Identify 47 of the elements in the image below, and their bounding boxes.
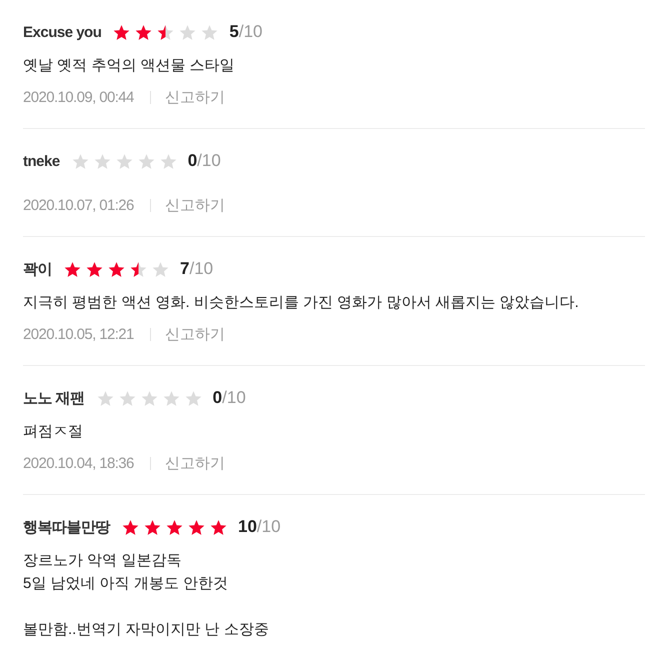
reviewer-name: 꽉이 (23, 260, 52, 278)
star-icon (140, 390, 158, 406)
star-icon (118, 390, 136, 406)
star-icon (130, 260, 147, 278)
star-icon (179, 24, 196, 40)
star-icon (108, 260, 125, 278)
review-date: 2020.10.07, 01:26 (23, 196, 134, 214)
reviewer-name: 행복따블만땅 (23, 518, 110, 536)
star-icon (160, 152, 177, 170)
rating-score: 7/10 (180, 259, 214, 279)
report-link[interactable]: 신고하기 (164, 196, 225, 214)
report-link[interactable]: 신고하기 (164, 454, 225, 472)
report-link[interactable]: 신고하기 (164, 88, 225, 106)
review-text: 옛날 옛적 추억의 액션물 스타일 (23, 56, 236, 76)
star-icon (162, 390, 180, 406)
star-icon (94, 152, 111, 170)
star-icon (138, 152, 155, 170)
star-icon (135, 24, 152, 40)
star-icon (96, 390, 114, 406)
star-icon (188, 518, 205, 536)
review-date: 2020.10.04, 18:36 (23, 454, 134, 472)
star-icon (201, 24, 218, 40)
star-icon (116, 152, 133, 170)
star-icon (64, 260, 81, 278)
rating-score: 5/10 (229, 22, 262, 42)
star-icon (166, 518, 183, 536)
rating-score: 0/10 (188, 151, 221, 171)
star-icon (210, 518, 227, 536)
star-icon (122, 518, 139, 536)
star-icon (86, 260, 103, 278)
star-icon (72, 152, 89, 170)
star-icon (152, 260, 169, 278)
star-icon (144, 518, 161, 536)
rating-score: 10/10 (238, 517, 281, 537)
review-text: 지극히 평범한 액션 영화. 비슷한스토리를 가진 영화가 많아서 새롭지는 않았습니다. (23, 293, 580, 313)
review-date: 2020.10.09, 00:44 (23, 88, 134, 106)
review-date: 2020.10.05, 12:21 (23, 326, 134, 342)
reviewer-name: tneke (23, 152, 60, 170)
star-icon (113, 24, 130, 40)
reviewer-name: Excuse you (23, 24, 102, 40)
report-link[interactable]: 신고하기 (164, 324, 225, 344)
reviewer-name: 노노 재팬 (23, 388, 85, 408)
rating-score: 0/10 (212, 388, 246, 408)
star-icon (184, 390, 202, 406)
review-text: 펴점ㅈ절 (23, 422, 84, 442)
star-icon (157, 24, 174, 40)
review-text: 장르노가 악역 일본감독 5일 남었네 아직 개봉도 안한것 볼만함..번역기 자막이지만 난 소장중 (23, 551, 270, 640)
